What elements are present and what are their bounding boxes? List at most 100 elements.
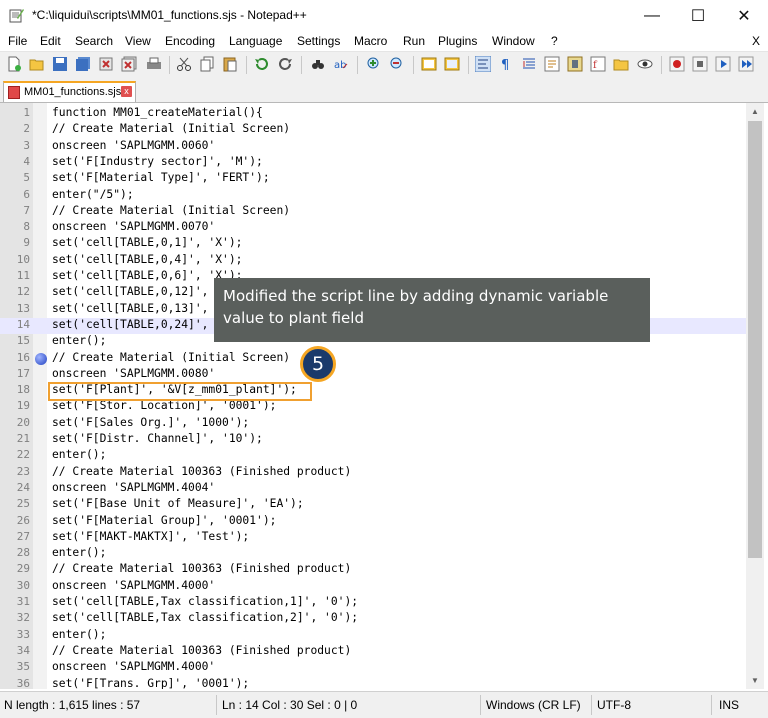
menu-help[interactable]: ? [551, 34, 558, 48]
toolbar-separator [661, 56, 662, 74]
toolbar-separator [246, 56, 247, 74]
code-line[interactable]: 9 set('cell[TABLE,0,1]', 'X'); [0, 236, 746, 252]
menu-window[interactable]: Window [492, 34, 535, 48]
menu-file[interactable]: File [8, 34, 27, 48]
copy-icon[interactable] [199, 56, 215, 72]
line-number: 10 [16, 252, 30, 266]
print-icon[interactable] [146, 56, 162, 72]
indent-guide-icon[interactable] [521, 56, 537, 72]
code-line[interactable]: 30 onscreen 'SAPLMGMM.4000' [0, 579, 746, 595]
bookmark-icon[interactable] [35, 352, 47, 365]
maximize-button[interactable]: ☐ [675, 0, 721, 31]
code-line[interactable]: 23 // Create Material 100363 (Finished pr… [0, 465, 746, 481]
menu-edit[interactable]: Edit [40, 34, 61, 48]
word-wrap-icon[interactable] [475, 56, 491, 72]
line-text: onscreen 'SAPLMGMM.4000' [52, 660, 216, 674]
line-text: function MM01_createMaterial(){ [52, 106, 263, 119]
save-icon[interactable] [52, 56, 68, 72]
find-icon[interactable] [310, 56, 326, 72]
tab-mm01-functions[interactable]: MM01_functions.sjs x [3, 81, 136, 102]
undo-icon[interactable] [254, 56, 270, 72]
code-line[interactable]: 33 enter(); [0, 628, 746, 644]
code-line[interactable]: 2 // Create Material (Initial Screen) [0, 122, 746, 138]
toolbar-separator [169, 56, 170, 74]
minimize-button[interactable]: — [629, 0, 675, 31]
new-file-icon[interactable] [6, 56, 22, 72]
code-line[interactable]: 19 set('F[Stor. Location]', '0001'); [0, 399, 746, 415]
code-line[interactable]: 1 function MM01_createMaterial(){ [0, 106, 746, 122]
open-file-icon[interactable] [29, 56, 45, 72]
menu-search[interactable]: Search [75, 34, 113, 48]
monitoring-icon[interactable] [637, 56, 653, 72]
show-all-characters-icon[interactable]: ¶ [498, 56, 514, 72]
close-document-button[interactable]: X [752, 34, 760, 48]
record-macro-icon[interactable] [669, 56, 685, 72]
code-line[interactable]: 5 set('F[Material Type]', 'FERT'); [0, 171, 746, 187]
sync-vertical-icon[interactable] [421, 56, 437, 72]
paste-icon[interactable] [222, 56, 238, 72]
menu-settings[interactable]: Settings [297, 34, 340, 48]
line-number: 21 [16, 432, 30, 445]
tab-label: MM01_functions.sjs [24, 86, 122, 98]
code-line[interactable]: 21 set('F[Distr. Channel]', '10'); [0, 432, 746, 448]
menu-language[interactable]: Language [229, 34, 282, 48]
code-line[interactable]: 16 // Create Material (Initial Screen) [0, 351, 746, 367]
code-line[interactable]: 35 onscreen 'SAPLMGMM.4000' [0, 660, 746, 676]
run-macro-multiple-icon[interactable] [738, 56, 754, 72]
code-line[interactable]: 4 set('F[Industry sector]', 'M'); [0, 155, 746, 171]
menu-run[interactable]: Run [403, 34, 425, 48]
close-file-icon[interactable] [98, 56, 114, 72]
save-all-icon[interactable] [75, 56, 91, 72]
line-number: 2 [23, 122, 30, 136]
code-line[interactable]: 31 set('cell[TABLE,Tax classification,1]'… [0, 595, 746, 611]
scroll-down-arrow-icon[interactable]: ▼ [746, 672, 764, 689]
tab-close-icon[interactable]: x [121, 86, 132, 97]
code-line[interactable]: 25 set('F[Base Unit of Measure]', 'EA'); [0, 497, 746, 513]
code-line[interactable]: 10 set('cell[TABLE,0,4]', 'X'); [0, 253, 746, 269]
menu-view[interactable]: View [125, 34, 151, 48]
scrollbar-thumb[interactable] [748, 121, 762, 558]
vertical-scrollbar[interactable]: ▲ ▼ [746, 103, 764, 689]
zoom-in-icon[interactable] [366, 56, 382, 72]
code-line[interactable]: 34 // Create Material 100363 (Finished pr… [0, 644, 746, 660]
line-number: 25 [16, 497, 30, 511]
sync-horizontal-icon[interactable] [444, 56, 460, 72]
code-line[interactable]: 17 onscreen 'SAPLMGMM.0080' [0, 367, 746, 383]
code-line[interactable]: 24 onscreen 'SAPLMGMM.4004' [0, 481, 746, 497]
line-text: set('cell[TABLE,Tax classification,2]', … [52, 611, 359, 625]
stop-macro-icon[interactable] [692, 56, 708, 72]
menu-macro[interactable]: Macro [354, 34, 387, 48]
callout-tooltip: Modified the script line by adding dynam… [214, 278, 650, 342]
redo-icon[interactable] [277, 56, 293, 72]
code-line[interactable]: 7 // Create Material (Initial Screen) [0, 204, 746, 220]
scroll-up-arrow-icon[interactable]: ▲ [746, 103, 764, 120]
menu-plugins[interactable]: Plugins [438, 34, 477, 48]
replace-icon[interactable]: ab [333, 56, 349, 72]
document-map-icon[interactable] [567, 56, 583, 72]
line-text: set('F[Stor. Location]', '0001'); [52, 399, 277, 413]
code-line[interactable]: 22 enter(); [0, 448, 746, 464]
status-bar: N length : 1,615 lines : 57 Ln : 14 Col … [0, 691, 768, 718]
code-line[interactable]: 32 set('cell[TABLE,Tax classification,2]'… [0, 611, 746, 627]
code-line[interactable]: 36 set('F[Trans. Grp]', '0001'); [0, 677, 746, 690]
folder-as-workspace-icon[interactable] [613, 56, 629, 72]
close-all-icon[interactable] [121, 56, 137, 72]
code-line[interactable]: 28 enter(); [0, 546, 746, 562]
status-encoding[interactable]: UTF-8 [597, 698, 631, 712]
code-line[interactable]: 26 set('F[Material Group]', '0001'); [0, 514, 746, 530]
cut-icon[interactable] [176, 56, 192, 72]
code-line[interactable]: 29 // Create Material 100363 (Finished pr… [0, 562, 746, 578]
code-line[interactable]: 8 onscreen 'SAPLMGMM.0070' [0, 220, 746, 236]
code-line[interactable]: 3 onscreen 'SAPLMGMM.0060' [0, 139, 746, 155]
status-mode[interactable]: INS [719, 698, 739, 712]
play-macro-icon[interactable] [715, 56, 731, 72]
status-eol[interactable]: Windows (CR LF) [486, 698, 581, 712]
zoom-out-icon[interactable] [389, 56, 405, 72]
code-line[interactable]: 6 enter("/5"); [0, 188, 746, 204]
close-button[interactable]: ✕ [721, 0, 767, 31]
code-line[interactable]: 20 set('F[Sales Org.]', '1000'); [0, 416, 746, 432]
function-list-icon[interactable]: f [590, 56, 606, 72]
menu-encoding[interactable]: Encoding [165, 34, 215, 48]
code-line[interactable]: 27 set('F[MAKT-MAKTX]', 'Test'); [0, 530, 746, 546]
user-defined-language-icon[interactable] [544, 56, 560, 72]
